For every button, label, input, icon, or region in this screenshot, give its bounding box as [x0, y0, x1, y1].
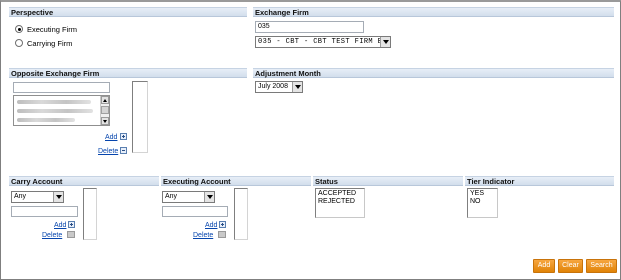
chevron-down-icon: [53, 192, 63, 202]
add-icon[interactable]: [68, 221, 75, 228]
tier-option-no[interactable]: NO: [470, 198, 495, 206]
carry-account-select-value: Any: [14, 193, 27, 200]
executing-account-header: Executing Account: [161, 176, 311, 186]
search-form-panel: Perspective Executing Firm Carrying Firm…: [0, 0, 621, 280]
tier-indicator-header: Tier Indicator: [465, 176, 614, 186]
opposite-firm-selected-list[interactable]: [132, 81, 148, 153]
scroll-thumb[interactable]: [101, 106, 109, 114]
executing-account-select[interactable]: Any: [162, 191, 215, 203]
chevron-down-icon: [292, 82, 302, 92]
carry-account-add-link[interactable]: Add: [54, 222, 66, 230]
executing-account-select-value: Any: [165, 193, 178, 200]
tier-option-yes[interactable]: YES: [470, 190, 495, 198]
adjustment-month-value: July 2008: [258, 83, 288, 90]
opposite-firm-add-link[interactable]: Add: [105, 134, 117, 142]
carry-account-header: Carry Account: [9, 176, 159, 186]
status-list[interactable]: ACCEPTED REJECTED: [315, 188, 365, 218]
add-icon[interactable]: [219, 221, 226, 228]
remove-icon[interactable]: [67, 231, 75, 238]
exchange-firm-input[interactable]: 035: [255, 21, 364, 33]
status-option-rejected[interactable]: REJECTED: [318, 198, 362, 206]
chevron-down-icon: [204, 192, 214, 202]
status-option-accepted[interactable]: ACCEPTED: [318, 190, 362, 198]
executing-firm-label: Executing Firm: [27, 25, 78, 34]
exchange-firm-header: Exchange Firm: [253, 7, 614, 17]
exchange-firm-select-value: 035 - CBT - CBT TEST FIRM B: [258, 38, 383, 46]
scroll-down-icon[interactable]: [101, 117, 109, 125]
scroll-up-icon[interactable]: [101, 96, 109, 104]
opposite-firm-delete-link[interactable]: Delete: [98, 148, 118, 156]
opposite-firm-input[interactable]: [13, 82, 110, 93]
executing-account-add-link[interactable]: Add: [205, 222, 217, 230]
executing-account-delete-link[interactable]: Delete: [193, 232, 213, 240]
executing-account-selected-list[interactable]: [234, 188, 248, 240]
carry-account-input[interactable]: [11, 206, 78, 217]
remove-icon[interactable]: [218, 231, 226, 238]
carrying-firm-radio[interactable]: [15, 39, 23, 47]
adjustment-month-select[interactable]: July 2008: [255, 81, 303, 93]
chevron-down-icon: [380, 37, 390, 47]
list-item[interactable]: [17, 109, 93, 113]
carrying-firm-label: Carrying Firm: [27, 39, 73, 48]
executing-firm-radio[interactable]: [15, 25, 23, 33]
add-button[interactable]: Add: [533, 259, 555, 273]
exchange-firm-select[interactable]: 035 - CBT - CBT TEST FIRM B: [255, 36, 391, 48]
search-button[interactable]: Search: [586, 259, 617, 273]
add-icon[interactable]: [120, 133, 127, 140]
status-header: Status: [313, 176, 463, 186]
adjustment-month-header: Adjustment Month: [253, 68, 614, 78]
opposite-exchange-firm-header: Opposite Exchange Firm: [9, 68, 247, 78]
carry-account-delete-link[interactable]: Delete: [42, 232, 62, 240]
list-item[interactable]: [17, 118, 75, 122]
list-item[interactable]: [17, 100, 91, 104]
carry-account-selected-list[interactable]: [83, 188, 97, 240]
carry-account-select[interactable]: Any: [11, 191, 64, 203]
perspective-header: Perspective: [9, 7, 247, 17]
clear-button[interactable]: Clear: [558, 259, 583, 273]
executing-account-input[interactable]: [162, 206, 228, 217]
remove-icon[interactable]: [120, 147, 127, 154]
tier-indicator-list[interactable]: YES NO: [467, 188, 498, 218]
list-scrollbar[interactable]: [100, 96, 109, 125]
opposite-firm-source-list[interactable]: [13, 95, 110, 126]
